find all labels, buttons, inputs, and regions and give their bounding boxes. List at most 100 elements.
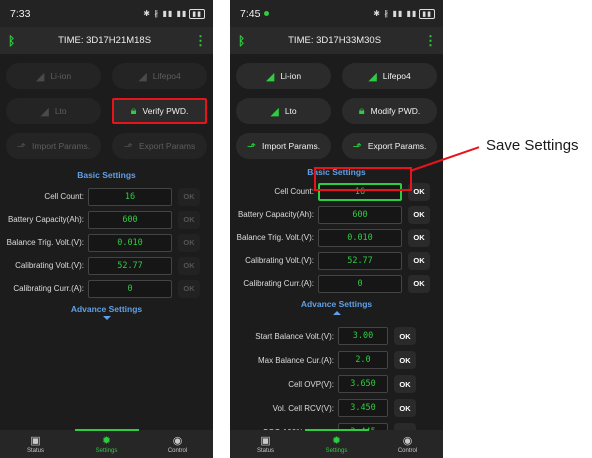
battery-capacity-input[interactable]: 600 <box>318 205 402 224</box>
battery-capacity-input[interactable]: 600 <box>88 210 172 229</box>
verify-pwd-button[interactable]: 🔒︎ Verify PWD. <box>112 98 207 124</box>
cell-ovp-row: Cell OVP(V): 3.650 OK <box>230 373 443 395</box>
status-icons: ✱ ∦ ▮▮ ▮▮ ▮▮ <box>143 8 205 19</box>
basic-settings-title: Basic Settings <box>77 170 136 180</box>
battery-capacity-row: Battery Capacity(Ah): 600 OK <box>0 209 213 230</box>
balance-trig-volt-row: Balance Trig. Volt.(V): 0.010 OK <box>0 232 213 253</box>
balance-trig-volt-row: Balance Trig. Volt.(V): 0.010 OK <box>230 227 443 248</box>
settings-icon: ✹ <box>331 434 342 447</box>
battery-icon: ◢ <box>138 70 147 83</box>
calibrating-curr-row: Calibrating Curr.(A): 0 OK <box>230 273 443 294</box>
ok-button[interactable]: OK <box>408 205 430 224</box>
vol-cell-rcv-input[interactable]: 3.450 <box>338 399 388 417</box>
import-icon: ⬏ <box>16 140 27 153</box>
status-icon: ▣ <box>30 434 41 447</box>
status-icons: ✱ ∦ ▮▮ ▮▮ ▮▮ <box>373 8 435 19</box>
export-params-button[interactable]: ⬏ Export Params <box>112 133 207 159</box>
import-params-button[interactable]: ⬏ Import Params. <box>236 133 331 159</box>
start-balance-volt-row: Start Balance Volt.(V): 3.00 OK <box>230 325 443 347</box>
battery-icon: ◢ <box>368 70 377 83</box>
expand-icon[interactable] <box>102 316 111 320</box>
lock-icon: 🔒︎ <box>130 104 137 117</box>
ok-button[interactable]: OK <box>178 233 200 252</box>
max-balance-cur-input[interactable]: 2.0 <box>338 351 388 369</box>
annotation-highlight-box <box>314 167 412 191</box>
calibrating-curr-input[interactable]: 0 <box>88 279 172 298</box>
calibrating-curr-input[interactable]: 0 <box>318 274 402 293</box>
lifepo4-button[interactable]: ◢ Lifepo4 <box>112 63 207 89</box>
battery-icon: ◢ <box>265 70 275 83</box>
battery-status-icon: ▮▮ <box>419 8 435 19</box>
battery-capacity-row: Battery Capacity(Ah): 600 OK <box>230 204 443 225</box>
ok-button[interactable]: OK <box>178 187 200 206</box>
calibrating-volt-input[interactable]: 52.77 <box>318 251 402 270</box>
max-balance-cur-row: Max Balance Cur.(A): 2.0 OK <box>230 349 443 371</box>
lto-button[interactable]: ◢ Lto <box>6 98 101 124</box>
right-phone-screen: 7:45 ✱ ∦ ▮▮ ▮▮ ▮▮ ᛒ TIME: 3D17H33M30S ⋮ ◢… <box>230 0 443 458</box>
annotation-label: Save Settings <box>486 137 579 154</box>
bluetooth-icon[interactable]: ᛒ <box>238 34 245 48</box>
balance-trig-volt-input[interactable]: 0.010 <box>88 233 172 252</box>
ok-button[interactable]: OK <box>394 399 416 417</box>
cell-count-input[interactable]: 16 <box>88 187 172 206</box>
ok-button[interactable]: OK <box>178 279 200 298</box>
nav-status[interactable]: ▣ Status <box>6 435 66 454</box>
battery-status-icon: ▮▮ <box>189 8 205 19</box>
left-phone-screen: 7:33 ✱ ∦ ▮▮ ▮▮ ▮▮ ᛒ TIME: 3D17H21M18S ⋮ ◢… <box>0 0 213 458</box>
balance-trig-volt-input[interactable]: 0.010 <box>318 228 402 247</box>
nav-control[interactable]: ◉ Control <box>148 435 208 454</box>
status-bar: 7:33 ✱ ∦ ▮▮ ▮▮ ▮▮ <box>0 0 213 27</box>
clock: 7:33 <box>10 7 31 20</box>
ok-button[interactable]: OK <box>178 210 200 229</box>
control-icon: ◉ <box>402 434 413 447</box>
battery-icon: ◢ <box>35 70 45 83</box>
kebab-menu-icon[interactable]: ⋮ <box>194 33 207 49</box>
import-params-button[interactable]: ⬏ Import Params. <box>6 133 101 159</box>
bottom-nav: ▣ Status ✹ Settings ◉ Control <box>230 428 443 458</box>
nav-settings[interactable]: ✹ Settings <box>304 428 369 454</box>
bluetooth-icon[interactable]: ᛒ <box>8 34 15 48</box>
advance-settings-toggle[interactable]: Advance Settings <box>230 299 443 309</box>
calibrating-volt-row: Calibrating Volt.(V): 52.77 OK <box>0 255 213 276</box>
ok-button[interactable]: OK <box>394 351 416 369</box>
battery-icon: ◢ <box>40 105 49 118</box>
ok-button[interactable]: OK <box>408 274 430 293</box>
calibrating-volt-row: Calibrating Volt.(V): 52.77 OK <box>230 250 443 271</box>
export-icon: ⬏ <box>352 140 362 153</box>
status-bar: 7:45 ✱ ∦ ▮▮ ▮▮ ▮▮ <box>230 0 443 27</box>
ok-button[interactable]: OK <box>394 375 416 393</box>
ok-button[interactable]: OK <box>408 228 430 247</box>
bottom-nav: ▣ Status ✹ Settings ◉ Control <box>0 428 213 458</box>
calibrating-volt-input[interactable]: 52.77 <box>88 256 172 275</box>
nav-control[interactable]: ◉ Control <box>378 435 438 454</box>
notification-dot <box>264 11 270 17</box>
header-title: TIME: 3D17H21M18S <box>58 35 152 46</box>
advance-settings-toggle[interactable]: Advance Settings <box>0 304 213 314</box>
header-title: TIME: 3D17H33M30S <box>288 35 382 46</box>
control-icon: ◉ <box>172 434 183 447</box>
li-ion-button[interactable]: ◢ Li-ion <box>6 63 101 89</box>
import-icon: ⬏ <box>246 140 257 153</box>
calibrating-curr-row: Calibrating Curr.(A): 0 OK <box>0 278 213 299</box>
kebab-menu-icon[interactable]: ⋮ <box>424 33 437 49</box>
lock-icon: 🔒︎ <box>358 104 365 117</box>
export-icon: ⬏ <box>123 140 133 153</box>
modify-pwd-button[interactable]: 🔒︎ Modify PWD. <box>342 98 437 124</box>
clock: 7:45 <box>240 8 270 20</box>
start-balance-volt-input[interactable]: 3.00 <box>338 327 388 345</box>
lifepo4-button[interactable]: ◢ Lifepo4 <box>342 63 437 89</box>
lto-button[interactable]: ◢ Lto <box>236 98 331 124</box>
header: ᛒ TIME: 3D17H33M30S ⋮ <box>230 27 443 54</box>
ok-button[interactable]: OK <box>408 251 430 270</box>
export-params-button[interactable]: ⬏ Export Params. <box>342 133 437 159</box>
ok-button[interactable]: OK <box>394 327 416 345</box>
battery-icon: ◢ <box>270 105 279 118</box>
settings-icon: ✹ <box>101 434 112 447</box>
collapse-icon[interactable] <box>332 311 341 315</box>
li-ion-button[interactable]: ◢ Li-ion <box>236 63 331 89</box>
nav-status[interactable]: ▣ Status <box>236 435 296 454</box>
header: ᛒ TIME: 3D17H21M18S ⋮ <box>0 27 213 54</box>
ok-button[interactable]: OK <box>178 256 200 275</box>
cell-ovp-input[interactable]: 3.650 <box>338 375 388 393</box>
nav-settings[interactable]: ✹ Settings <box>74 428 139 454</box>
